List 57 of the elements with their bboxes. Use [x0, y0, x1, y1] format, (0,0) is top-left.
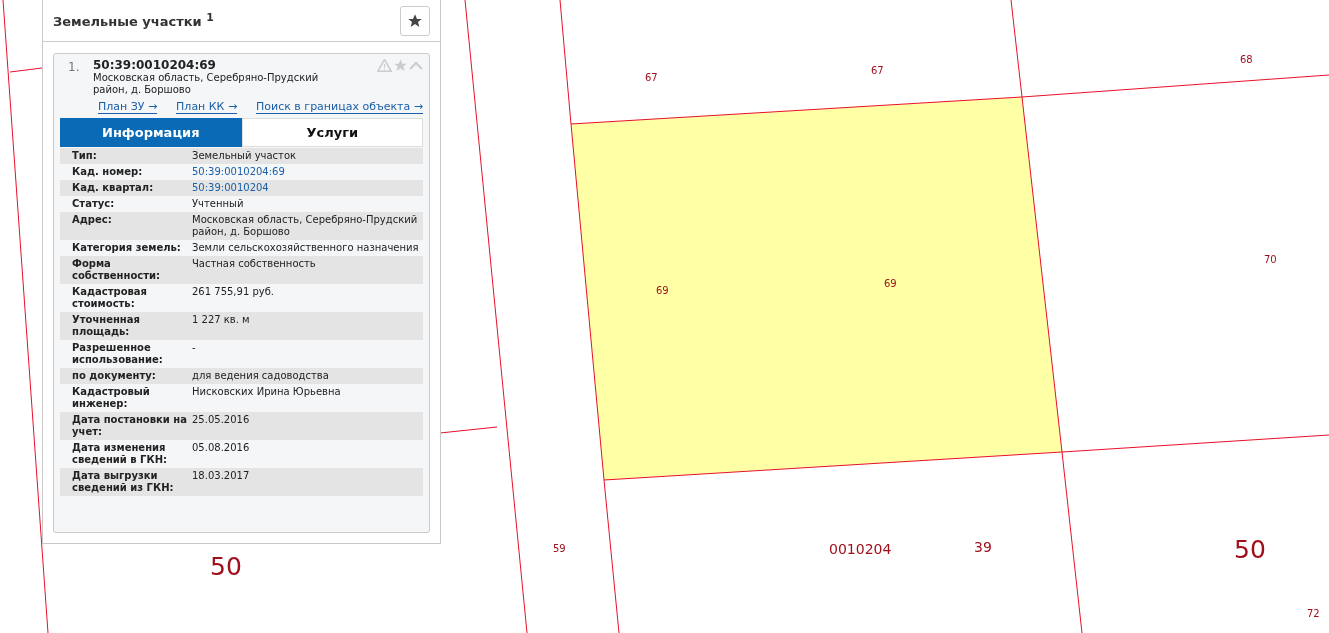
map-label: 67 — [871, 65, 884, 76]
star-icon[interactable] — [393, 58, 408, 73]
map-label: 0010204 — [829, 541, 892, 557]
map-label: 50 — [210, 552, 242, 581]
field-value: 1 227 кв. м — [192, 314, 251, 327]
field-label: Кад. номер: — [72, 166, 144, 178]
field-value: Нисковских Ирина Юрьевна — [192, 386, 342, 399]
item-number: 1. — [67, 60, 81, 74]
field-value: Московская область, Серебряно-Прудский район, д. Боршово — [192, 214, 419, 238]
field-value: Земли сельскохозяйственного назначения — [192, 242, 419, 254]
cadastral-number: 50:39:0010204:69 — [93, 58, 217, 72]
tab[interactable]: Информация — [60, 118, 242, 147]
field-label: Кадастровая стоимость: — [72, 286, 148, 310]
field-label: Статус: — [72, 198, 116, 210]
collapse-icon[interactable] — [409, 60, 423, 71]
field-label: Дата изменения сведений в ГКН: — [72, 442, 169, 466]
panel-title: Земельные участки $^{1}$ — [53, 11, 214, 30]
field-label: Дата выгрузки сведений из ГКН: — [72, 470, 175, 494]
favorite-button[interactable] — [400, 5, 430, 36]
field-label: Уточненная площадь: — [72, 314, 141, 338]
star-icon — [407, 12, 423, 29]
field-label: Кадастровый инженер: — [72, 386, 151, 410]
field-link[interactable]: 50:39:0010204:69 — [192, 166, 419, 178]
field-label: Адрес: — [72, 214, 113, 227]
map-label: 72 — [1307, 608, 1320, 619]
map-label: 39 — [974, 539, 992, 555]
field-label: Категория земель: — [72, 242, 182, 254]
map-label: 70 — [1264, 254, 1277, 265]
field-value: Земельный участок — [192, 150, 298, 162]
map-label: 59 — [553, 543, 566, 554]
field-value: для ведения садоводства — [192, 370, 330, 382]
field-value: Частная собственность — [192, 258, 317, 271]
map-label: 69 — [656, 285, 669, 296]
parcel-link[interactable]: План КК → — [176, 100, 238, 114]
parcel-address: Московская область, Серебряно-Прудский район, д. Боршово — [93, 72, 320, 96]
selected-parcel[interactable] — [570, 96, 1063, 481]
field-label: Форма собственности: — [72, 258, 162, 282]
parcel-link[interactable]: Поиск в границах объекта → — [256, 100, 423, 114]
field-value: - — [192, 342, 197, 355]
field-label: Дата постановки на учет: — [72, 414, 188, 438]
field-value: 05.08.2016 — [192, 442, 251, 455]
field-value: 18.03.2017 — [192, 470, 251, 483]
field-label: Разрешенное использование: — [72, 342, 164, 366]
map-label: 67 — [645, 72, 658, 83]
parcel-link[interactable]: План ЗУ → — [98, 100, 158, 114]
field-value: 261 755,91 руб. — [192, 286, 276, 299]
field-label: Тип: — [72, 150, 98, 162]
field-value: Учтенный — [192, 198, 245, 210]
field-label: Кад. квартал: — [72, 182, 155, 194]
tab[interactable]: Услуги — [241, 118, 423, 147]
map-label: 68 — [1240, 54, 1253, 65]
map-label: 69 — [884, 278, 897, 289]
field-link[interactable]: 50:39:0010204 — [192, 182, 419, 194]
field-value: 25.05.2016 — [192, 414, 251, 427]
field-label: по документу: — [72, 370, 157, 382]
map-label: 50 — [1234, 535, 1266, 564]
warning-icon[interactable] — [377, 59, 392, 72]
